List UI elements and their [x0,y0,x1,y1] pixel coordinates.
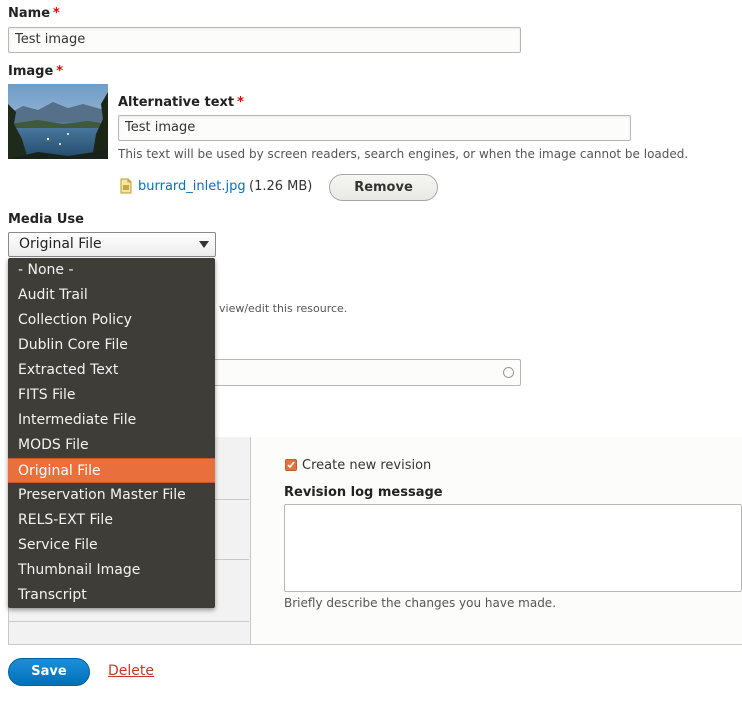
save-button[interactable]: Save [8,658,90,686]
media-use-select[interactable]: Original File [8,232,216,257]
vertical-tab-separator [9,621,249,622]
alt-text-input[interactable]: Test image [118,115,631,141]
name-label-text: Name [8,6,51,21]
media-use-option[interactable]: Audit Trail [8,283,215,308]
alt-text-label: Alternative text * [118,95,244,110]
media-use-option[interactable]: Thumbnail Image [8,558,215,583]
media-use-option[interactable]: Collection Policy [8,308,215,333]
media-use-option[interactable]: RELS-EXT File [8,508,215,533]
create-revision-checkbox[interactable] [285,459,297,471]
image-label-text: Image [8,64,54,79]
revision-log-textarea[interactable] [284,504,742,592]
checkmark-icon [287,461,295,469]
hidden-description: view/edit this resource. [219,302,348,315]
alt-text-description: This text will be used by screen readers… [118,147,689,161]
revision-log-description: Briefly describe the changes you have ma… [284,596,557,610]
media-use-selected-value: Original File [19,236,102,252]
required-mark: * [237,95,244,110]
media-use-dropdown: - None - Audit Trail Collection Policy Dubl… [8,258,215,608]
image-thumbnail [8,84,108,159]
image-file-icon [120,178,132,194]
media-use-option[interactable]: Service File [8,533,215,558]
autocomplete-throbber-icon [503,367,514,378]
create-revision-label[interactable]: Create new revision [302,458,431,473]
file-link[interactable]: burrard_inlet.jpg [138,179,246,194]
media-use-option[interactable]: Extracted Text [8,358,215,383]
partial-input[interactable] [200,359,521,386]
file-size: (1.26 MB) [249,179,313,194]
required-mark: * [53,6,60,21]
chevron-down-icon [199,241,209,248]
media-use-option[interactable]: - None - [8,258,215,283]
required-mark: * [56,64,64,79]
media-use-option[interactable]: Preservation Master File [8,483,215,508]
name-input[interactable]: Test image [8,27,521,53]
media-use-option[interactable]: Dublin Core File [8,333,215,358]
name-label: Name * [8,6,60,21]
revision-log-label: Revision log message [284,485,443,500]
media-use-option[interactable]: MODS File [8,433,215,458]
remove-button[interactable]: Remove [329,174,438,201]
alt-text-label-text: Alternative text [118,95,235,110]
media-use-option[interactable]: Original File [8,458,215,483]
media-use-option[interactable]: Intermediate File [8,408,215,433]
image-label: Image * [8,64,63,79]
delete-link[interactable]: Delete [108,663,154,679]
media-use-option[interactable]: FITS File [8,383,215,408]
media-use-option[interactable]: Transcript [8,583,215,608]
media-use-label: Media Use [8,212,84,227]
